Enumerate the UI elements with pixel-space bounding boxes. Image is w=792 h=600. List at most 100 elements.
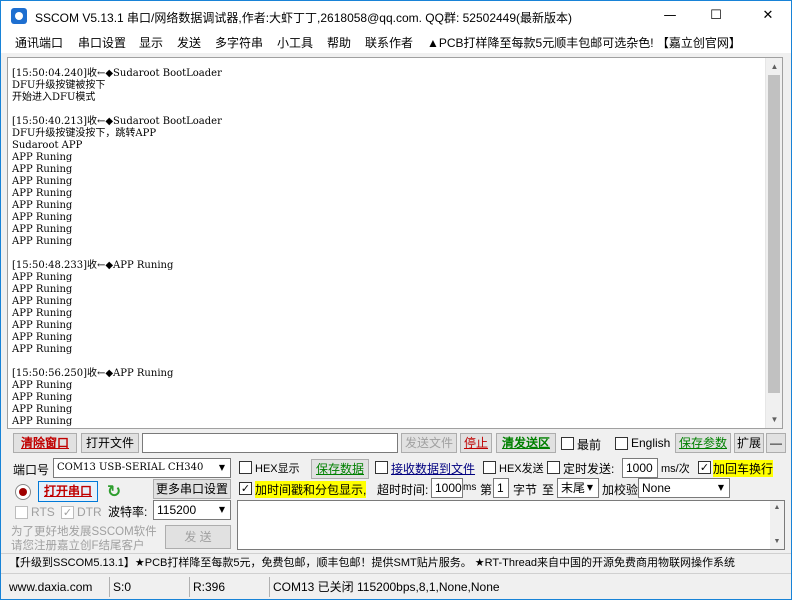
to-label: 至 [542,483,555,497]
status-received: R:396 [193,580,226,594]
chevron-down-icon: ▼ [218,463,226,472]
menu-send[interactable]: 发送 [177,34,201,51]
menu-contact-author[interactable]: 联系作者 [365,34,413,51]
close-button[interactable]: ✕ [745,1,791,31]
receive-line: APP Runing [12,320,73,331]
receive-line: APP Runing [12,224,73,235]
port-label: 端口号 [13,463,50,477]
timed-send-checkbox[interactable] [547,461,560,474]
menu-serial-settings[interactable]: 串口设置 [78,34,126,51]
maximize-button[interactable]: ☐ [693,1,739,31]
menu-pcb-promo[interactable]: ▲PCB打样降至每款5元顺丰包邮可选杂色! 【嘉立创官网】 [427,34,741,51]
chevron-down-icon: ▼ [586,483,594,492]
receive-line: 开始进入DFU模式 [12,92,96,103]
chevron-down-icon: ▼ [717,483,725,492]
timestamp-label: 加时间戳和分包显示, [255,481,367,498]
timeout-input[interactable]: 1000 [431,478,463,498]
receive-line: [15:50:56.250]收←◆APP Runing [12,368,174,379]
send-scrollbar[interactable]: ▲ ▼ [770,501,784,549]
refresh-icon[interactable]: ↻ [104,482,124,502]
save-data-button[interactable]: 保存数据 [311,459,369,479]
open-port-button[interactable]: 打开串口 [38,481,98,502]
save-params-button[interactable]: 保存参数 [675,433,731,453]
send-input[interactable]: ▲ ▼ [237,500,785,550]
baud-select[interactable]: 115200 ▼ [153,500,231,520]
dtr-checkbox[interactable] [61,506,74,519]
timeout-unit-label: ms [463,482,477,493]
rts-label: RTS [31,505,55,519]
last-label: 最前 [577,438,602,452]
baud-value: 115200 [157,503,197,517]
hex-display-checkbox[interactable] [239,461,252,474]
receive-line: APP Runing [12,212,73,223]
receive-line: [15:50:48.233]收←◆APP Runing [12,260,174,271]
hex-send-checkbox[interactable] [483,461,496,474]
status-bar: www.daxia.com S:0 R:396 COM13 已关闭 115200… [1,573,791,599]
timed-send-label: 定时发送: [563,462,615,476]
timestamp-checkbox[interactable] [239,482,252,495]
receive-area[interactable]: [15:50:04.240]收←◆Sudaroot BootLoader DFU升… [7,57,783,429]
receive-scrollbar[interactable]: ▲ ▼ [765,58,782,428]
to-value: 末尾 [561,481,586,495]
english-checkbox[interactable] [615,437,628,450]
recv-to-file-label[interactable]: 接收数据到文件 [391,460,475,477]
menu-comm-port[interactable]: 通讯端口 [15,34,63,51]
menu-tools[interactable]: 小工具 [277,34,313,51]
timed-unit-label: ms/次 [661,463,690,475]
to-select[interactable]: 末尾 ▼ [557,478,599,498]
rts-checkbox[interactable] [15,506,28,519]
dtr-label: DTR [77,505,102,519]
receive-line: APP Runing [12,164,73,175]
baud-label: 波特率: [108,505,148,519]
receive-line: DFU升级按键被按下 [12,80,106,91]
send-button[interactable]: 发 送 [165,525,231,549]
toolbar: 清除窗口 打开文件 发送文件 停止 清发送区 最前 English 保存参数 扩… [1,433,791,455]
promo-line-2: 请您注册嘉立创F结尾客户 [11,540,145,552]
clear-send-button[interactable]: 清发送区 [496,433,556,453]
menu-display[interactable]: 显示 [139,34,163,51]
receive-line: Sudaroot APP [12,140,83,151]
expand-button[interactable]: 扩展 [734,433,764,453]
checksum-label: 加校验 [602,483,639,497]
menu-help[interactable]: 帮助 [327,34,351,51]
open-file-button[interactable]: 打开文件 [81,433,139,453]
file-path-input[interactable] [142,433,398,453]
timeout-label: 超时时间: [377,483,429,497]
scroll-down-icon[interactable]: ▼ [766,411,782,428]
window-title: SSCOM V5.13.1 串口/网络数据调试器,作者:大虾丁丁,2618058… [35,11,573,25]
chevron-down-icon: ▼ [218,505,226,514]
receive-line: APP Runing [12,152,73,163]
recv-to-file-checkbox[interactable] [375,461,388,474]
checksum-select[interactable]: None ▼ [638,478,730,498]
status-divider [189,577,190,597]
timed-interval-input[interactable]: 1000 [622,458,658,478]
collapse-button[interactable]: — [766,433,786,453]
scroll-down-icon[interactable]: ▼ [770,535,784,549]
scroll-up-icon[interactable]: ▲ [766,58,782,75]
status-divider [109,577,110,597]
receive-line: APP Runing [12,176,73,187]
clear-window-button[interactable]: 清除窗口 [13,433,77,453]
last-checkbox[interactable] [561,437,574,450]
receive-line [12,356,762,368]
receive-line: APP Runing [12,308,73,319]
port-select[interactable]: COM13 USB-SERIAL CH340 ▼ [53,458,231,478]
receive-line: APP Runing [12,332,73,343]
scroll-up-icon[interactable]: ▲ [770,501,784,515]
receive-line: APP Runing [12,236,73,247]
add-newline-checkbox[interactable] [698,461,711,474]
more-settings-button[interactable]: 更多串口设置 [153,479,231,499]
english-label: English [631,436,671,450]
byte-start-input[interactable]: 1 [493,478,509,498]
app-icon [11,8,27,24]
receive-line: APP Runing [12,296,73,307]
send-file-button[interactable]: 发送文件 [401,433,457,453]
menu-multi-string[interactable]: 多字符串 [215,34,263,51]
checksum-value: None [642,481,671,495]
stop-button[interactable]: 停止 [460,433,492,453]
scroll-thumb[interactable] [768,75,780,393]
status-site[interactable]: www.daxia.com [9,578,92,596]
promo-bar[interactable]: 【升级到SSCOM5.13.1】★PCB打样降至每款5元，免费包邮，顺丰包邮！提… [1,553,791,573]
receive-line: APP Runing [12,416,73,427]
minimize-button[interactable]: — [647,1,693,31]
